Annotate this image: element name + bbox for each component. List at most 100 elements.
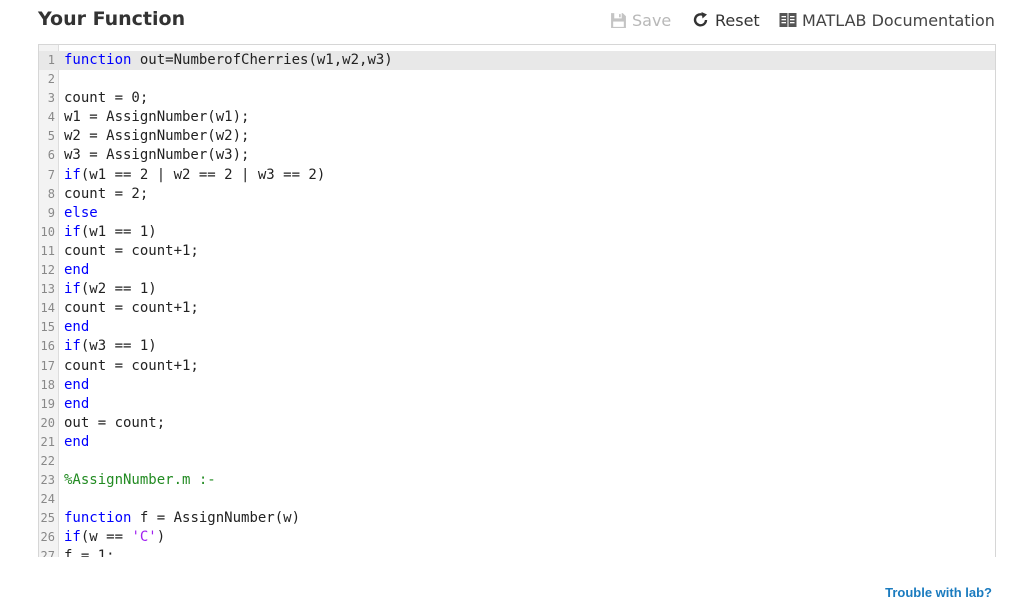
line-number: 17 (40, 358, 55, 373)
code-keyword: end (64, 395, 90, 412)
code-line[interactable]: 17 count = count+1; (39, 357, 995, 376)
code-text: w1 = AssignNumber(w1); (64, 108, 249, 127)
line-number: 24 (40, 492, 55, 507)
code-token: (w1 == 1) (80, 223, 157, 240)
line-number: 3 (47, 91, 55, 106)
code-text: end (64, 433, 89, 452)
line-number: 8 (47, 186, 55, 201)
code-token: count = count+1; (64, 357, 199, 374)
code-keyword: end (64, 262, 90, 279)
line-number: 16 (40, 339, 55, 354)
code-line[interactable]: 20 out = count; (39, 414, 995, 433)
code-keyword: end (64, 319, 90, 336)
code-line[interactable]: 11 count = count+1; (39, 242, 995, 261)
code-line[interactable]: 5 w2 = AssignNumber(w2); (39, 127, 995, 146)
line-number: 27 (40, 549, 55, 557)
code-keyword: end (64, 376, 90, 393)
code-text: end (64, 376, 89, 395)
matlab-documentation-link[interactable]: MATLAB Documentation (779, 9, 995, 31)
code-line[interactable]: 15 end (39, 318, 995, 337)
code-line[interactable]: 21 end (39, 433, 995, 452)
line-number: 11 (40, 243, 55, 258)
code-line[interactable]: 13 if(w2 == 1) (39, 280, 995, 299)
code-token: (w1 == 2 | w2 == 2 | w3 == 2) (80, 166, 326, 183)
refresh-icon (692, 11, 710, 29)
trouble-with-lab-link[interactable]: Trouble with lab? (885, 585, 992, 600)
code-text: end (64, 261, 89, 280)
code-line[interactable]: 14 count = count+1; (39, 299, 995, 318)
documentation-label: MATLAB Documentation (802, 10, 995, 30)
line-number: 13 (40, 282, 55, 297)
code-text: count = count+1; (64, 357, 199, 376)
code-token: count = 0; (64, 90, 149, 107)
code-text: out = count; (64, 414, 165, 433)
line-number: 1 (47, 53, 55, 67)
code-line[interactable]: 8 count = 2; (39, 185, 995, 204)
code-string: 'C' (131, 529, 157, 546)
line-number: 26 (40, 530, 55, 545)
code-token: out=NumberofCherries(w1,w2,w3) (131, 52, 393, 68)
code-text: count = count+1; (64, 299, 199, 318)
code-text: else (64, 204, 98, 223)
code-line[interactable]: 2 (39, 70, 995, 89)
code-line[interactable]: 4 w1 = AssignNumber(w1); (39, 108, 995, 127)
save-button[interactable]: Save (610, 9, 671, 31)
line-number: 25 (40, 511, 55, 526)
code-keyword: if (64, 529, 81, 546)
code-token: count = count+1; (64, 300, 199, 317)
code-token: w3 = AssignNumber(w3); (64, 147, 250, 164)
code-line[interactable]: 18 end (39, 376, 995, 395)
code-text: function f = AssignNumber(w) (64, 509, 300, 528)
code-token: (w2 == 1) (80, 281, 157, 298)
code-token: ) (156, 529, 166, 546)
line-number: 9 (47, 205, 55, 220)
line-number: 14 (40, 301, 55, 316)
code-text: count = 0; (64, 89, 148, 108)
code-line[interactable]: 12 end (39, 261, 995, 280)
code-text: %AssignNumber.m :- (64, 471, 216, 490)
code-token: count = count+1; (64, 242, 199, 259)
reset-label: Reset (715, 10, 760, 30)
save-label: Save (632, 10, 672, 30)
reset-button[interactable]: Reset (692, 9, 760, 31)
code-keyword: function (64, 510, 132, 527)
code-line[interactable]: 25 function f = AssignNumber(w) (39, 509, 995, 528)
code-lines: 1 function out=NumberofCherries(w1,w2,w3)… (39, 51, 995, 557)
code-line[interactable]: 3 count = 0; (39, 89, 995, 108)
code-line[interactable]: 27 f = 1; (39, 547, 995, 557)
code-keyword: if (64, 281, 81, 298)
line-number: 23 (40, 473, 55, 488)
code-line[interactable]: 26 if(w == 'C') (39, 528, 995, 547)
floppy-disk-icon (610, 12, 627, 29)
code-editor[interactable]: 1 function out=NumberofCherries(w1,w2,w3)… (38, 44, 996, 557)
code-line[interactable]: 6 w3 = AssignNumber(w3); (39, 146, 995, 165)
code-line[interactable]: 23 %AssignNumber.m :- (39, 471, 995, 490)
code-text: if(w3 == 1) (64, 337, 157, 356)
line-number: 20 (40, 415, 55, 430)
code-line[interactable]: 1 function out=NumberofCherries(w1,w2,w3) (39, 51, 995, 71)
code-text: end (64, 318, 89, 337)
code-token: f = 1; (64, 548, 115, 557)
code-line[interactable]: 16 if(w3 == 1) (39, 337, 995, 356)
code-line[interactable]: 22 (39, 452, 995, 471)
code-text: function out=NumberofCherries(w1,w2,w3) (64, 51, 393, 70)
code-keyword: else (64, 204, 98, 221)
code-line[interactable]: 19 end (39, 395, 995, 414)
line-number: 12 (40, 263, 55, 278)
code-line[interactable]: 7 if(w1 == 2 | w2 == 2 | w3 == 2) (39, 166, 995, 185)
line-number: 21 (40, 434, 55, 449)
page-title: Your Function (38, 8, 186, 30)
code-token: w1 = AssignNumber(w1); (64, 109, 250, 126)
line-number: 19 (40, 396, 55, 411)
code-line[interactable]: 9 else (39, 204, 995, 223)
line-number: 2 (47, 72, 55, 87)
code-comment: %AssignNumber.m :- (64, 472, 216, 489)
code-line[interactable]: 10 if(w1 == 1) (39, 223, 995, 242)
code-keyword: if (64, 166, 81, 183)
code-line[interactable]: 24 (39, 490, 995, 509)
line-number: 10 (40, 224, 55, 239)
line-number: 6 (47, 148, 55, 163)
line-number: 18 (40, 377, 55, 392)
line-number: 15 (40, 320, 55, 335)
code-text: if(w == 'C') (64, 528, 165, 547)
